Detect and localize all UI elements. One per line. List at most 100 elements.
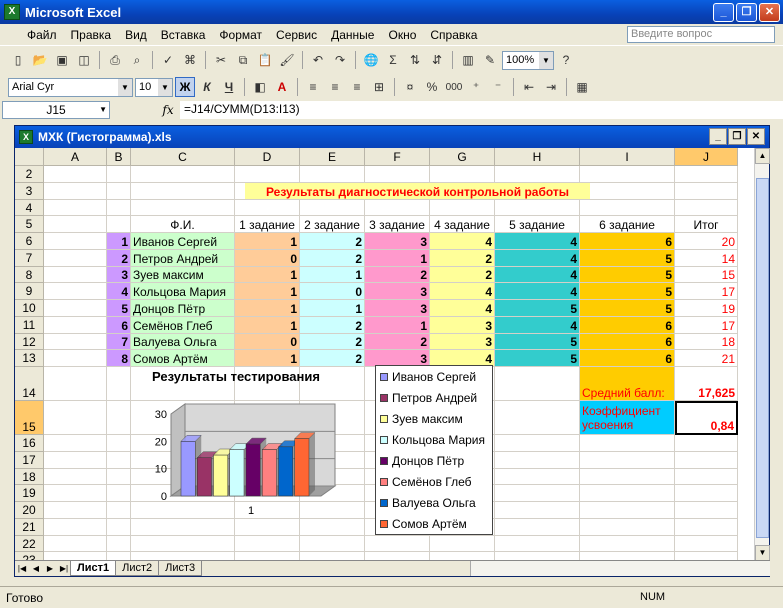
row-header-3[interactable]: 3 bbox=[15, 182, 44, 200]
column-header-I[interactable]: I bbox=[580, 148, 675, 166]
chart-wizard-icon[interactable]: ▥ bbox=[458, 50, 478, 70]
wb-close-button[interactable]: ✕ bbox=[747, 128, 765, 145]
cell[interactable] bbox=[107, 216, 131, 233]
chart-legend[interactable]: Иванов Сергей Петров Андрей Зуев максим Кол… bbox=[375, 365, 493, 535]
cell[interactable] bbox=[107, 485, 131, 502]
score-cell[interactable]: 6 bbox=[580, 350, 675, 367]
score-cell[interactable]: 2 bbox=[430, 266, 495, 284]
row-header-11[interactable]: 11 bbox=[15, 316, 44, 334]
score-cell[interactable]: 2 bbox=[300, 333, 365, 351]
score-cell[interactable]: 2 bbox=[300, 316, 365, 334]
score-cell[interactable]: 6 bbox=[580, 316, 675, 334]
cell[interactable] bbox=[495, 166, 580, 183]
paste-icon[interactable]: 📋 bbox=[255, 50, 275, 70]
cell[interactable] bbox=[107, 401, 131, 435]
cell[interactable] bbox=[44, 435, 107, 452]
increase-indent-icon[interactable]: ⇥ bbox=[541, 77, 561, 97]
cell[interactable] bbox=[580, 182, 675, 200]
cell[interactable] bbox=[235, 535, 300, 553]
column-title-J[interactable]: Итог bbox=[675, 216, 738, 233]
score-cell[interactable]: 2 bbox=[300, 350, 365, 367]
next-sheet-icon[interactable]: ▶ bbox=[43, 564, 57, 573]
row-header-9[interactable]: 9 bbox=[15, 283, 44, 300]
cell[interactable] bbox=[235, 199, 300, 217]
score-cell[interactable]: 4 bbox=[430, 233, 495, 250]
cell[interactable] bbox=[107, 451, 131, 469]
row-header-13[interactable]: 13 bbox=[15, 350, 44, 367]
column-title-H[interactable]: 5 задание bbox=[495, 216, 580, 233]
student-number[interactable]: 5 bbox=[107, 300, 131, 317]
restore-button[interactable]: ❐ bbox=[736, 3, 757, 22]
score-cell[interactable]: 4 bbox=[495, 233, 580, 250]
cell[interactable] bbox=[430, 199, 495, 217]
tab-sheet3[interactable]: Лист3 bbox=[158, 561, 203, 576]
font-size-select[interactable]: 10 ▼ bbox=[135, 77, 173, 97]
cell[interactable] bbox=[44, 283, 107, 300]
copy-icon[interactable]: ⧉ bbox=[233, 50, 253, 70]
cell[interactable] bbox=[235, 166, 300, 183]
row-header-18[interactable]: 18 bbox=[15, 468, 44, 486]
save-icon[interactable]: ▣ bbox=[52, 50, 72, 70]
row-header-4[interactable]: 4 bbox=[15, 199, 44, 217]
cell[interactable] bbox=[44, 518, 107, 536]
row-header-17[interactable]: 17 bbox=[15, 451, 44, 469]
underline-button[interactable]: Ч bbox=[219, 77, 239, 97]
score-cell[interactable]: 4 bbox=[495, 316, 580, 334]
student-name[interactable]: Кольцова Мария bbox=[131, 283, 235, 300]
undo-icon[interactable]: ↶ bbox=[308, 50, 328, 70]
cell[interactable] bbox=[675, 502, 738, 519]
cell[interactable] bbox=[107, 435, 131, 452]
cell[interactable] bbox=[44, 249, 107, 267]
align-left-icon[interactable]: ≡ bbox=[303, 77, 323, 97]
score-cell[interactable]: 3 bbox=[365, 233, 430, 250]
increase-decimal-icon[interactable]: ⁺ bbox=[466, 77, 486, 97]
cell[interactable] bbox=[44, 266, 107, 284]
coefficient-label[interactable]: Коэффициент усвоения bbox=[580, 401, 675, 435]
italic-button[interactable]: К bbox=[197, 77, 217, 97]
score-cell[interactable]: 4 bbox=[495, 283, 580, 300]
cell[interactable] bbox=[44, 350, 107, 367]
total-cell[interactable]: 15 bbox=[675, 266, 738, 284]
cell[interactable] bbox=[107, 518, 131, 536]
score-cell[interactable]: 3 bbox=[430, 316, 495, 334]
column-header-G[interactable]: G bbox=[430, 148, 495, 166]
cell[interactable] bbox=[580, 435, 675, 452]
cell[interactable] bbox=[131, 199, 235, 217]
cell[interactable] bbox=[107, 182, 131, 200]
row-header-2[interactable]: 2 bbox=[15, 166, 44, 183]
total-cell[interactable]: 18 bbox=[675, 333, 738, 351]
score-cell[interactable]: 3 bbox=[365, 300, 430, 317]
cell[interactable] bbox=[675, 435, 738, 452]
cell[interactable] bbox=[675, 166, 738, 183]
cell[interactable] bbox=[495, 451, 580, 469]
cell[interactable] bbox=[365, 199, 430, 217]
row-header-7[interactable]: 7 bbox=[15, 249, 44, 267]
student-number[interactable]: 6 bbox=[107, 316, 131, 334]
cell[interactable] bbox=[44, 300, 107, 317]
zoom-select[interactable]: 100% ▼ bbox=[502, 50, 554, 70]
column-header-J[interactable]: J bbox=[675, 148, 738, 166]
column-title-G[interactable]: 4 задание bbox=[430, 216, 495, 233]
menu-edit[interactable]: Правка bbox=[64, 28, 119, 42]
thousands-button[interactable]: 000 bbox=[444, 77, 464, 97]
score-cell[interactable]: 0 bbox=[235, 249, 300, 267]
student-name[interactable]: Зуев максим bbox=[131, 266, 235, 284]
cell[interactable] bbox=[300, 166, 365, 183]
fill-color-icon[interactable]: ◧ bbox=[250, 77, 270, 97]
cell[interactable] bbox=[580, 468, 675, 486]
score-cell[interactable]: 6 bbox=[580, 233, 675, 250]
coefficient-value[interactable]: 0,84 bbox=[675, 401, 738, 435]
cell[interactable] bbox=[495, 535, 580, 553]
student-name[interactable]: Сомов Артём bbox=[131, 350, 235, 367]
score-cell[interactable]: 1 bbox=[365, 316, 430, 334]
total-cell[interactable]: 19 bbox=[675, 300, 738, 317]
cell[interactable] bbox=[44, 401, 107, 435]
score-cell[interactable]: 2 bbox=[365, 266, 430, 284]
score-cell[interactable]: 2 bbox=[365, 333, 430, 351]
total-cell[interactable]: 20 bbox=[675, 233, 738, 250]
close-button[interactable]: ✕ bbox=[759, 3, 780, 22]
cell[interactable] bbox=[107, 468, 131, 486]
column-chart[interactable]: Результаты тестирования 0 10 20 30 1 bbox=[131, 369, 341, 519]
merge-center-icon[interactable]: ⊞ bbox=[369, 77, 389, 97]
total-cell[interactable]: 17 bbox=[675, 283, 738, 300]
